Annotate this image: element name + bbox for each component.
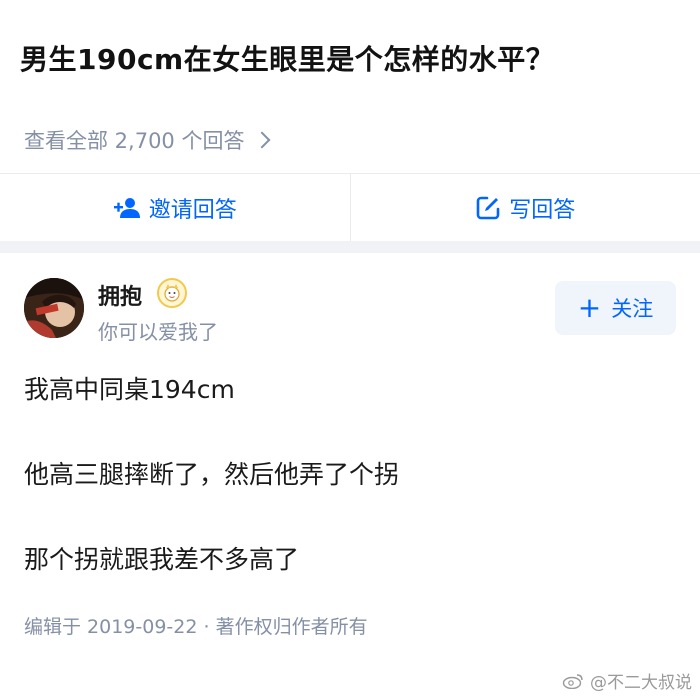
watermark-text: @不二大叔说 (590, 673, 692, 693)
author-name[interactable]: 拥抱 (98, 279, 142, 311)
invite-answer-button[interactable]: 邀请回答 (0, 174, 350, 241)
invite-answer-label: 邀请回答 (148, 197, 237, 223)
section-divider (0, 241, 700, 253)
edit-icon (476, 196, 500, 219)
answer-paragraph: 他高三腿摔断了，然后他弄了个拐 (24, 460, 400, 489)
view-all-answers-link[interactable]: 查看全部 2,700 个回答 (24, 124, 271, 156)
author-bio: 你可以爱我了 (98, 320, 218, 344)
watermark: @不二大叔说 (562, 668, 692, 693)
view-all-label: 查看全部 2,700 个回答 (24, 129, 245, 153)
add-user-icon (113, 197, 140, 218)
answer-meta: 编辑于 2019-09-22 · 著作权归作者所有 (24, 616, 368, 638)
follow-label: 关注 (611, 297, 654, 321)
plus-icon: + (577, 291, 602, 324)
write-answer-label: 写回答 (509, 197, 576, 223)
action-bar: 邀请回答 写回答 (0, 173, 700, 241)
avatar[interactable] (24, 278, 84, 338)
chevron-right-icon (253, 131, 271, 149)
question-title: 男生190cm在女生眼里是个怎样的水平？ (20, 43, 555, 76)
weibo-icon (562, 673, 583, 689)
answer-paragraph: 那个拐就跟我差不多高了 (24, 545, 300, 574)
follow-button[interactable]: + 关注 (555, 281, 676, 335)
write-answer-button[interactable]: 写回答 (349, 174, 700, 241)
author-badge-icon (157, 278, 187, 308)
answer-paragraph: 我高中同桌194cm (24, 375, 235, 404)
